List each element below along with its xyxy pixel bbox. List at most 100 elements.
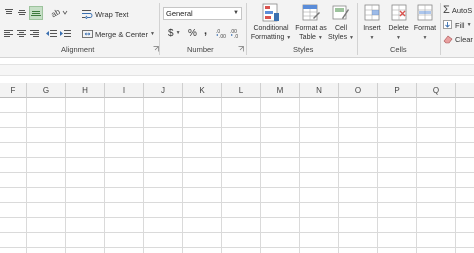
percent-symbol: % <box>188 27 197 39</box>
column-header-p[interactable]: P <box>378 83 417 98</box>
number-format-value: General <box>166 9 193 18</box>
orientation-icon: ab <box>50 7 68 18</box>
group-separator <box>159 3 160 55</box>
grid-line <box>0 112 474 113</box>
merge-center-dropdown-icon[interactable]: ▼ <box>150 31 155 37</box>
grid-line <box>0 202 474 203</box>
format-cells-button[interactable]: Format ▼ <box>411 3 439 43</box>
autosum-label: AutoS <box>451 5 473 15</box>
grid-line <box>0 157 474 158</box>
grid-line <box>65 98 66 253</box>
fill-dropdown-icon[interactable]: ▼ <box>467 22 472 28</box>
increase-indent-button[interactable] <box>60 29 71 39</box>
grid-line <box>338 98 339 253</box>
currency-dropdown-icon[interactable]: ▼ <box>176 30 181 36</box>
svg-text:.00: .00 <box>219 34 226 38</box>
decrease-decimal-icon: .00.0 <box>230 29 238 38</box>
column-header-n[interactable]: N <box>300 83 339 98</box>
cell-grid[interactable] <box>0 98 474 253</box>
formula-bar[interactable] <box>0 64 474 76</box>
number-format-select[interactable]: General ▼ <box>163 7 242 20</box>
svg-text:.0: .0 <box>234 34 238 38</box>
grid-line <box>416 98 417 253</box>
format-as-table-label-line1: Format as <box>295 25 327 32</box>
column-header-g[interactable]: G <box>27 83 66 98</box>
conditional-formatting-dropdown-icon[interactable]: ▼ <box>286 35 291 41</box>
clear-button[interactable]: Clear <box>443 33 473 45</box>
column-header-l[interactable]: L <box>222 83 261 98</box>
align-right-icon <box>30 30 39 37</box>
align-left-button[interactable] <box>4 29 14 39</box>
align-center-button[interactable] <box>17 29 27 39</box>
column-header-f[interactable]: F <box>0 83 27 98</box>
grid-line <box>182 98 183 253</box>
column-header-o[interactable]: O <box>339 83 378 98</box>
grid-line <box>0 142 474 143</box>
column-header-i[interactable]: I <box>105 83 144 98</box>
autosum-button[interactable]: Σ AutoS <box>443 4 472 16</box>
delete-cells-button[interactable]: Delete ▼ <box>385 3 412 43</box>
grid-line <box>0 217 474 218</box>
group-separator <box>246 3 247 55</box>
cell-styles-label-line2: Styles <box>328 34 348 41</box>
increase-decimal-button[interactable]: .0.00 <box>216 28 228 38</box>
merge-center-button[interactable]: Merge & Center ▼ <box>82 28 155 40</box>
cells-group-label: Cells <box>390 45 407 54</box>
grid-line <box>0 127 474 128</box>
align-top-button[interactable] <box>4 8 14 18</box>
number-dialog-launcher-icon[interactable] <box>238 46 244 52</box>
decrease-decimal-button[interactable]: .00.0 <box>230 28 242 38</box>
delete-cells-icon <box>391 4 406 21</box>
increase-indent-icon <box>60 30 71 37</box>
conditional-formatting-button[interactable]: Conditional Formatting ▼ <box>248 3 294 43</box>
column-header-partial[interactable] <box>456 83 474 98</box>
align-bottom-button[interactable] <box>29 6 43 20</box>
fill-button[interactable]: Fill ▼ <box>443 19 472 31</box>
grid-line <box>0 172 474 173</box>
cell-styles-button[interactable]: Cell Styles ▼ <box>327 3 355 43</box>
grid-line <box>221 98 222 253</box>
conditional-formatting-label-line1: Conditional <box>253 25 289 32</box>
comma-symbol: , <box>204 25 208 37</box>
align-right-button[interactable] <box>30 29 40 39</box>
merge-center-icon <box>82 30 93 38</box>
cell-styles-dropdown-icon[interactable]: ▼ <box>349 35 354 41</box>
orientation-button[interactable]: ab <box>50 7 68 18</box>
grid-line <box>0 232 474 233</box>
fill-down-icon <box>443 20 452 29</box>
column-header-q[interactable]: Q <box>417 83 456 98</box>
percent-button[interactable]: % <box>188 27 197 39</box>
currency-symbol: $ <box>168 27 174 39</box>
align-middle-button[interactable] <box>17 8 27 18</box>
currency-button[interactable]: $ ▼ <box>168 27 181 39</box>
grid-line <box>260 98 261 253</box>
wrap-text-button[interactable]: Wrap Text <box>82 8 129 20</box>
column-header-k[interactable]: K <box>183 83 222 98</box>
number-group-label: Number <box>187 45 214 54</box>
merge-center-label: Merge & Center <box>95 29 148 39</box>
decrease-indent-button[interactable] <box>46 29 57 39</box>
format-as-table-icon <box>302 4 320 21</box>
column-header-m[interactable]: M <box>261 83 300 98</box>
comma-style-button[interactable]: , <box>204 25 207 37</box>
number-format-dropdown-icon[interactable]: ▼ <box>233 8 239 19</box>
format-cells-dropdown-icon[interactable]: ▼ <box>423 35 428 41</box>
increase-decimal-icon: .0.00 <box>216 29 226 38</box>
insert-cells-dropdown-icon[interactable]: ▼ <box>370 35 375 41</box>
styles-group-label: Styles <box>293 45 314 54</box>
grid-line <box>377 98 378 253</box>
delete-cells-dropdown-icon[interactable]: ▼ <box>396 35 401 41</box>
format-as-table-button[interactable]: Format as Table ▼ <box>293 3 329 43</box>
insert-cells-button[interactable]: Insert ▼ <box>359 3 385 43</box>
fill-label: Fill <box>455 20 465 30</box>
wrap-text-icon <box>82 10 93 19</box>
delete-cells-label: Delete <box>388 25 409 32</box>
clear-label: Clear <box>455 34 473 44</box>
column-header-j[interactable]: J <box>144 83 183 98</box>
format-as-table-dropdown-icon[interactable]: ▼ <box>318 35 323 41</box>
align-center-icon <box>17 30 26 37</box>
format-cells-icon <box>417 4 433 21</box>
align-bottom-icon <box>31 11 41 16</box>
decrease-indent-icon <box>46 30 57 37</box>
column-header-h[interactable]: H <box>66 83 105 98</box>
